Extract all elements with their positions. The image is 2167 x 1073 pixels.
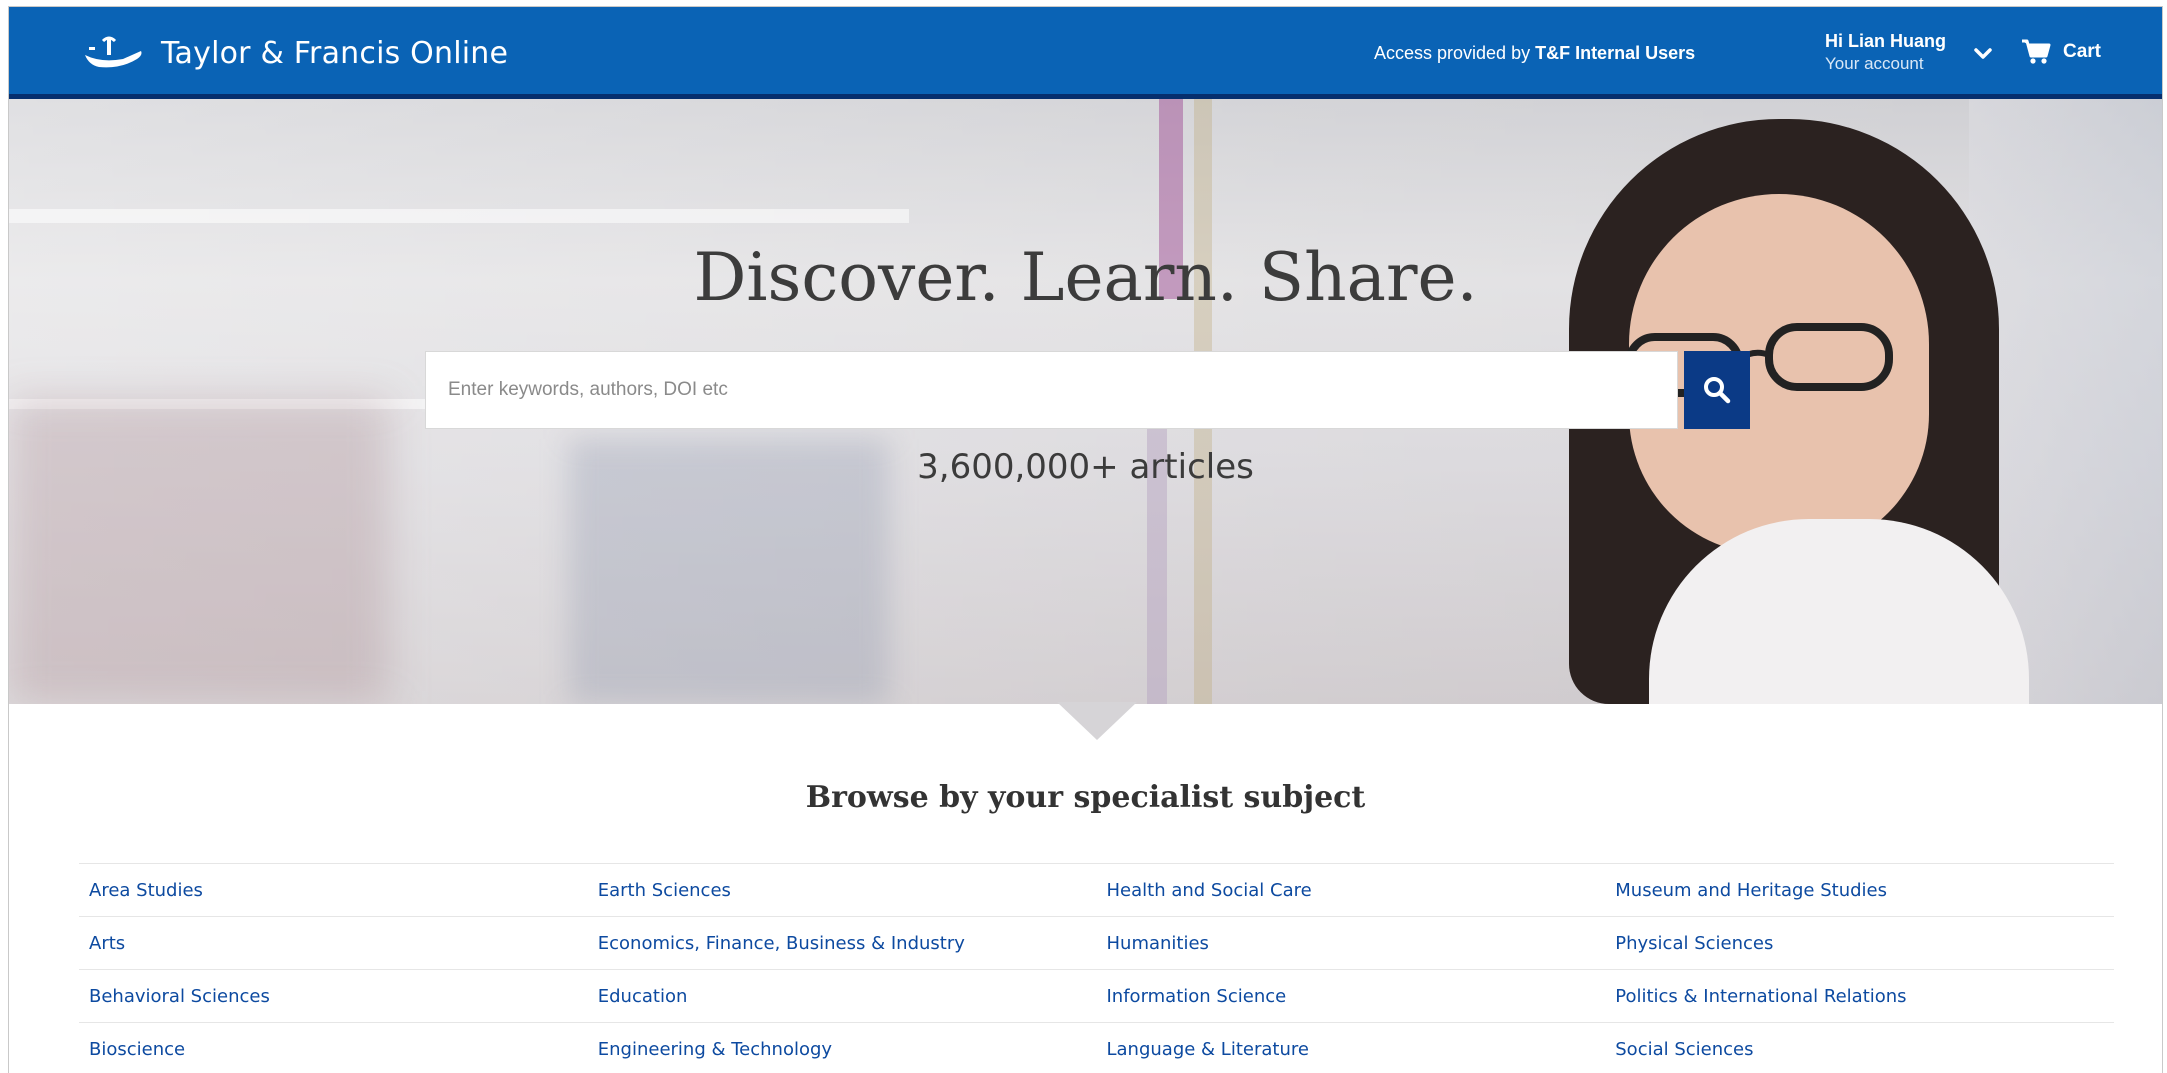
site-logo[interactable]: Taylor & Francis Online xyxy=(81,31,508,75)
cart-icon xyxy=(2022,39,2051,64)
cart-label: Cart xyxy=(2063,41,2102,62)
subject-row: Area Studies Earth Sciences Health and S… xyxy=(79,863,2114,916)
background-books xyxy=(9,399,389,704)
your-account-link[interactable]: Your account xyxy=(1825,54,1946,74)
search-input[interactable] xyxy=(425,351,1678,429)
hero-banner: Discover. Learn. Share. 3,600,000+ artic… xyxy=(9,99,2162,704)
account-greeting: Hi Lian Huang xyxy=(1825,31,1946,51)
subject-link-earth-sciences[interactable]: Earth Sciences xyxy=(598,880,731,901)
subject-link-museum-heritage[interactable]: Museum and Heritage Studies xyxy=(1615,880,1887,901)
subject-row: Arts Economics, Finance, Business & Indu… xyxy=(79,916,2114,969)
access-organization: T&F Internal Users xyxy=(1535,43,1696,63)
subject-link-language-literature[interactable]: Language & Literature xyxy=(1107,1039,1309,1060)
search-bar xyxy=(425,351,1755,429)
lamp-logo-icon xyxy=(85,36,142,68)
articles-count: 3,600,000+ articles xyxy=(917,447,1254,487)
subject-link-physical-sciences[interactable]: Physical Sciences xyxy=(1615,933,1773,954)
access-notice: Access provided by T&F Internal Users xyxy=(1374,43,1695,64)
logo-text: Taylor & Francis Online xyxy=(161,35,509,71)
subject-link-social-sciences[interactable]: Social Sciences xyxy=(1615,1039,1753,1060)
subject-link-health-social-care[interactable]: Health and Social Care xyxy=(1107,880,1312,901)
search-button[interactable] xyxy=(1684,351,1750,429)
access-prefix: Access provided by xyxy=(1374,43,1536,63)
subject-link-behavioral-sciences[interactable]: Behavioral Sciences xyxy=(89,986,270,1007)
subject-link-information-science[interactable]: Information Science xyxy=(1107,986,1287,1007)
background-shelf xyxy=(9,209,909,223)
cart-button[interactable]: Cart xyxy=(2021,39,2101,65)
search-icon xyxy=(1704,377,1731,404)
subject-link-economics-finance[interactable]: Economics, Finance, Business & Industry xyxy=(598,933,965,954)
top-navigation-bar: Taylor & Francis Online Access provided … xyxy=(9,7,2162,99)
subject-link-bioscience[interactable]: Bioscience xyxy=(89,1039,185,1060)
account-menu[interactable]: Hi Lian Huang Your account xyxy=(1825,31,1946,74)
subject-link-arts[interactable]: Arts xyxy=(89,933,125,954)
hero-title: Discover. Learn. Share. xyxy=(693,239,1478,316)
subject-link-education[interactable]: Education xyxy=(598,986,688,1007)
hero-pointer-arrow xyxy=(1057,702,1137,740)
subject-row: Behavioral Sciences Education Informatio… xyxy=(79,969,2114,1022)
subject-row: Bioscience Engineering & Technology Lang… xyxy=(79,1022,2114,1073)
subject-link-engineering-technology[interactable]: Engineering & Technology xyxy=(598,1039,832,1060)
subject-link-politics-international[interactable]: Politics & International Relations xyxy=(1615,986,1906,1007)
browse-title: Browse by your specialist subject xyxy=(805,780,1366,815)
subject-link-humanities[interactable]: Humanities xyxy=(1107,933,1209,954)
browser-frame: Taylor & Francis Online Access provided … xyxy=(8,6,2163,1073)
subject-grid: Area Studies Earth Sciences Health and S… xyxy=(79,863,2114,1073)
subject-link-area-studies[interactable]: Area Studies xyxy=(89,880,203,901)
chevron-down-icon[interactable] xyxy=(1972,43,1994,65)
